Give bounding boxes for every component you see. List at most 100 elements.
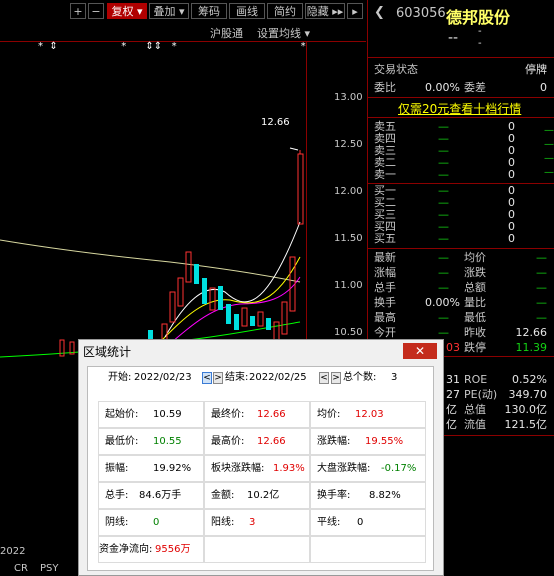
stat-value: — <box>438 326 449 339</box>
stat-label: 量比 <box>464 296 486 309</box>
stat-label: 今开 <box>374 326 396 339</box>
candle <box>226 304 231 324</box>
side-marker: — <box>544 125 554 136</box>
stat-key: 平线: <box>317 517 341 528</box>
huaxian-button[interactable]: 画线 <box>229 3 265 19</box>
candles <box>59 147 304 357</box>
stat-val: 0 <box>357 517 364 528</box>
trade-status-label: 交易状态 <box>374 63 418 76</box>
bid-row: 买五 — 0 <box>368 231 554 246</box>
start-label: 开始: <box>108 372 132 383</box>
stat-val: 10.59 <box>153 409 182 420</box>
stat-cell: 板块涨跌幅: 1.93% <box>204 455 310 482</box>
stat-val: 9556万 <box>155 544 191 555</box>
candle <box>209 287 216 311</box>
diejia-dropdown[interactable]: 叠加 ▾ <box>149 3 189 19</box>
tab-psy[interactable]: PSY <box>40 563 59 574</box>
zoom-out-button[interactable]: − <box>88 3 104 19</box>
settings-ma-button[interactable]: 设置均线 ▾ <box>257 25 310 41</box>
stat-row: 换手 0.00% 量比 — <box>368 295 554 310</box>
stat-key: 振幅: <box>105 463 129 474</box>
stat-val: 3 <box>249 517 256 528</box>
stat-key: 换手率: <box>317 490 351 501</box>
stat-key: 均价: <box>317 409 341 420</box>
promo-link[interactable]: 仅需20元查看十档行情 <box>398 100 521 117</box>
stat-key: 阴线: <box>105 517 129 528</box>
weibi-label: 委比 <box>374 81 396 94</box>
candle <box>241 307 248 327</box>
stat-label: 涨幅 <box>374 266 396 279</box>
stat-cell: 资金净流向: 9556万 <box>98 536 204 563</box>
stat-value: 130.0亿 <box>504 403 548 416</box>
stat-value: 27 <box>446 388 460 401</box>
yincang-button[interactable]: 隐藏 ▸▸ <box>305 3 345 19</box>
stat-cell: 最高价: 12.66 <box>204 428 310 455</box>
candle <box>185 251 192 283</box>
candle <box>194 264 199 284</box>
date-range-row: 开始: 2022/02/23 < > 结束: 2022/02/25 < > 总个… <box>88 367 433 389</box>
start-next-button[interactable]: > <box>213 372 223 384</box>
stat-val: 10.2亿 <box>247 490 280 501</box>
candle <box>202 278 207 304</box>
index-label[interactable]: 沪股通 <box>210 25 243 41</box>
stat-cell: 金额: 10.2亿 <box>204 482 310 509</box>
start-prev-button[interactable]: < <box>202 372 212 384</box>
current-price: -- <box>448 30 459 46</box>
stat-label: ROE <box>464 373 488 386</box>
stat-val: -0.17% <box>381 463 417 474</box>
jianyue-button[interactable]: 简约 <box>267 3 303 19</box>
stat-val: 84.6万手 <box>139 490 182 501</box>
dialog-titlebar[interactable]: 区域统计 ✕ <box>79 340 443 364</box>
stat-value: 11.39 <box>515 341 548 354</box>
back-icon[interactable]: ❮ <box>374 5 385 20</box>
tab-cr[interactable]: CR <box>14 563 28 574</box>
stat-label: 换手 <box>374 296 396 309</box>
ask-row: 卖一 — 0 <box>368 167 554 182</box>
stat-row: 最高 — 最低 — <box>368 310 554 325</box>
stat-cell-empty <box>204 536 310 563</box>
stat-key: 最高价: <box>211 436 245 447</box>
stat-label: PE(动) <box>464 388 498 401</box>
stat-value: 0.00% <box>425 296 460 309</box>
stat-key: 起始价: <box>105 409 139 420</box>
stat-val: 10.55 <box>153 436 182 447</box>
side-marker: — <box>544 167 554 178</box>
weibi-row: 委比 0.00% 委差 0 <box>368 80 554 95</box>
year-label: 2022 <box>0 546 26 557</box>
stat-val: 19.92% <box>153 463 192 474</box>
stat-cell: 换手率: 8.82% <box>310 482 426 509</box>
close-button[interactable]: ✕ <box>403 343 437 359</box>
bid-volume: 0 <box>508 232 515 245</box>
scroll-right-button[interactable]: ▸ <box>347 3 363 19</box>
chevron-down-icon: ▾ <box>178 5 185 18</box>
candle <box>297 153 304 225</box>
end-next-button[interactable]: > <box>331 372 341 384</box>
bid-label: 买五 <box>374 232 396 245</box>
stat-val: 0 <box>153 517 160 528</box>
end-prev-button[interactable]: < <box>319 372 329 384</box>
end-label: 结束: <box>225 372 249 383</box>
bid-price: — <box>438 232 449 245</box>
stat-val: 12.66 <box>257 409 286 420</box>
price-tick: 11.50 <box>334 233 363 244</box>
weibi-value: 0.00% <box>425 81 460 94</box>
stat-value: — <box>536 296 547 309</box>
stat-cell: 阴线: 0 <box>98 509 204 536</box>
stat-value: 03 <box>446 341 460 354</box>
fuquan-dropdown[interactable]: 复权 ▾ <box>107 3 147 19</box>
settings-ma-label: 设置均线 <box>257 27 301 40</box>
stat-label: 总值 <box>464 403 486 416</box>
trade-status-row: 交易状态 停牌 <box>368 62 554 77</box>
zoom-in-button[interactable]: + <box>70 3 86 19</box>
stock-name: 德邦股份 <box>446 8 511 27</box>
price-tick: 10.50 <box>334 327 363 338</box>
stat-key: 阳线: <box>211 517 235 528</box>
stat-cell: 总手: 84.6万手 <box>98 482 204 509</box>
stat-value: — <box>438 281 449 294</box>
stat-key: 资金净流向: <box>99 544 153 555</box>
side-marker: — <box>544 139 554 150</box>
stat-key: 板块涨跌幅: <box>211 463 265 474</box>
chouma-button[interactable]: 筹码 <box>191 3 227 19</box>
stat-key: 大盘涨跌幅: <box>317 463 371 474</box>
stat-row: 总手 — 总额 — <box>368 280 554 295</box>
